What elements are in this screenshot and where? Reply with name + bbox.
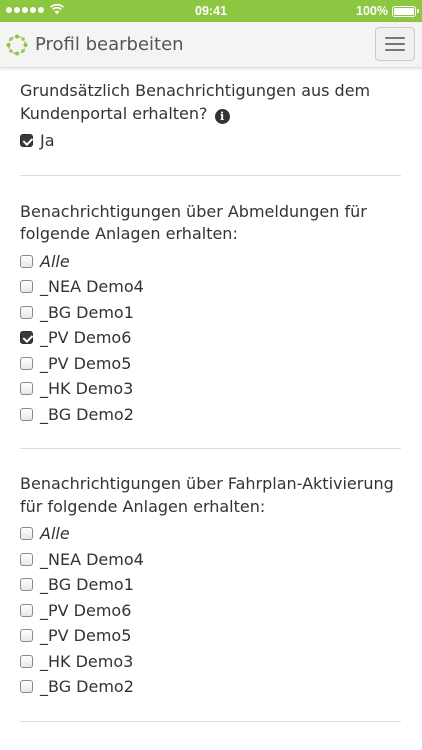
checkbox-label: Alle bbox=[40, 251, 70, 271]
checkbox-label: _BG Demo2 bbox=[40, 404, 134, 424]
checkbox-option[interactable]: _HK Demo3 bbox=[20, 649, 402, 675]
status-bar-right: 100% bbox=[356, 4, 419, 18]
checkbox-option[interactable]: Alle bbox=[20, 521, 402, 547]
section-heading: Grundsätzlich Benachrichtigungen aus dem… bbox=[20, 80, 402, 125]
checkbox[interactable] bbox=[20, 382, 33, 396]
notification-section: Benachrichtigungen über Regelenergieabru… bbox=[20, 746, 402, 750]
page-title: Profil bearbeiten bbox=[35, 34, 184, 55]
hamburger-bar bbox=[385, 43, 405, 45]
checkbox[interactable] bbox=[20, 527, 33, 541]
battery-percent: 100% bbox=[356, 4, 388, 18]
checkbox[interactable] bbox=[20, 280, 33, 294]
checkbox[interactable] bbox=[20, 305, 33, 319]
checkbox-option[interactable]: _BG Demo1 bbox=[20, 572, 402, 598]
checkbox-option[interactable]: _BG Demo1 bbox=[20, 300, 402, 326]
checkbox[interactable] bbox=[20, 254, 33, 268]
checkbox[interactable] bbox=[20, 680, 33, 694]
checkbox-option[interactable]: _BG Demo2 bbox=[20, 402, 402, 428]
section-heading: Benachrichtigungen über Fahrplan-Aktivie… bbox=[20, 473, 402, 518]
checkbox-label: _NEA Demo4 bbox=[40, 277, 144, 297]
section-heading: Benachrichtigungen über Abmeldungen für … bbox=[20, 201, 402, 246]
checkbox[interactable] bbox=[20, 356, 33, 370]
section-heading-text: Grundsätzlich Benachrichtigungen aus dem… bbox=[20, 81, 371, 123]
section-heading-text: Benachrichtigungen über Abmeldungen für … bbox=[20, 201, 367, 244]
hamburger-menu-icon bbox=[385, 37, 405, 39]
checkbox-option[interactable]: _HK Demo3 bbox=[20, 376, 402, 402]
checkbox-option[interactable]: _NEA Demo4 bbox=[20, 547, 402, 573]
notification-section: Grundsätzlich Benachrichtigungen aus dem… bbox=[20, 80, 402, 154]
checkbox-option[interactable]: _PV Demo6 bbox=[20, 325, 402, 351]
section-divider bbox=[20, 448, 401, 449]
checkbox-label: _PV Demo5 bbox=[40, 353, 132, 373]
hamburger-menu-button[interactable] bbox=[375, 27, 415, 61]
checkbox[interactable] bbox=[20, 629, 33, 643]
checkbox-checked[interactable] bbox=[20, 134, 33, 148]
notification-section: Benachrichtigungen über Abmeldungen für … bbox=[20, 201, 402, 428]
checkbox-label: _NEA Demo4 bbox=[40, 549, 144, 569]
checkbox-label: _BG Demo1 bbox=[40, 302, 134, 322]
nav-bar: Profil bearbeiten bbox=[0, 22, 422, 68]
profile-form: Grundsätzlich Benachrichtigungen aus dem… bbox=[20, 80, 402, 750]
checkbox-option[interactable]: _BG Demo2 bbox=[20, 674, 402, 700]
checkbox-label: _HK Demo3 bbox=[40, 379, 134, 399]
checkbox-label: _PV Demo5 bbox=[40, 626, 132, 646]
status-bar: 09:41 100% bbox=[0, 0, 422, 22]
checkbox-label: _HK Demo3 bbox=[40, 651, 134, 671]
checkbox-label: Alle bbox=[40, 524, 70, 544]
checkbox-label: _PV Demo6 bbox=[40, 600, 132, 620]
checkbox-label: _BG Demo2 bbox=[40, 677, 134, 697]
checkbox-checked[interactable] bbox=[20, 331, 33, 345]
checkbox[interactable] bbox=[20, 603, 33, 617]
section-heading-text: Benachrichtigungen über Regelenergieabru… bbox=[20, 747, 385, 750]
section-divider bbox=[20, 174, 401, 176]
checkbox-option[interactable]: _PV Demo5 bbox=[20, 623, 402, 649]
checkbox-option[interactable]: Ja bbox=[20, 128, 402, 154]
checkbox-option[interactable]: _PV Demo5 bbox=[20, 351, 402, 377]
checkbox-label: _PV Demo6 bbox=[40, 328, 132, 348]
logo-icon bbox=[6, 34, 28, 56]
hamburger-bar bbox=[385, 49, 405, 51]
checkbox-option[interactable]: Alle bbox=[20, 249, 402, 275]
checkbox-option[interactable]: _NEA Demo4 bbox=[20, 274, 402, 300]
checkbox-label: _BG Demo1 bbox=[40, 575, 134, 595]
checkbox[interactable] bbox=[20, 552, 33, 566]
section-heading: Benachrichtigungen über Regelenergieabru… bbox=[20, 746, 402, 750]
checkbox[interactable] bbox=[20, 654, 33, 668]
checkbox-label: Ja bbox=[40, 131, 55, 151]
section-divider bbox=[20, 720, 401, 722]
checkbox[interactable] bbox=[20, 578, 33, 592]
checkbox[interactable] bbox=[20, 407, 33, 421]
section-heading-text: Benachrichtigungen über Fahrplan-Aktivie… bbox=[20, 474, 394, 516]
battery-icon bbox=[392, 5, 419, 17]
notification-section: Benachrichtigungen über Fahrplan-Aktivie… bbox=[20, 473, 402, 700]
checkbox-option[interactable]: _PV Demo6 bbox=[20, 598, 402, 624]
info-icon[interactable]: i bbox=[214, 109, 230, 125]
